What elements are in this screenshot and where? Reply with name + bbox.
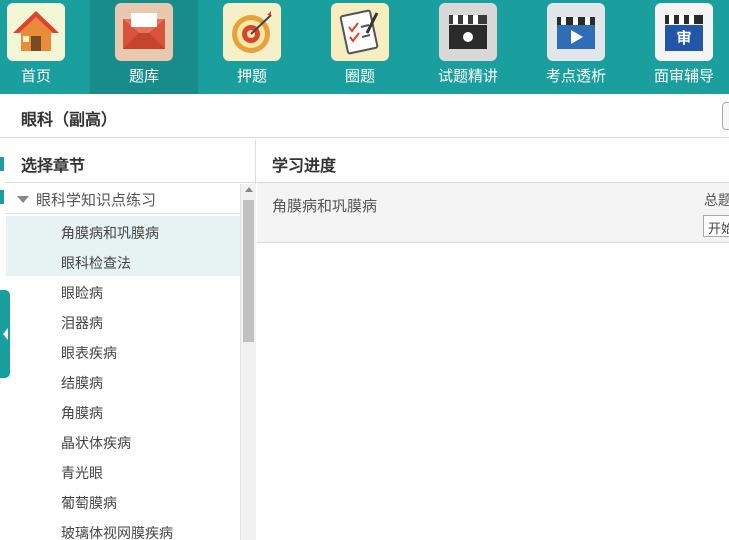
chapter-item-label: 葡萄膜病 bbox=[61, 496, 117, 512]
clapperboard-shen-icon: 审 bbox=[655, 3, 713, 61]
subject-title: 眼科（副高） bbox=[21, 110, 118, 129]
nav-circle-label: 圈题 bbox=[344, 67, 375, 85]
progress-chapter-name: 角膜病和巩膜病 bbox=[272, 197, 378, 215]
progress-row: 角膜病和巩膜病 总题 开始 bbox=[257, 183, 729, 243]
nav-question-bank-label: 题库 bbox=[128, 67, 159, 85]
chapter-item[interactable]: 眼表疾病 bbox=[6, 336, 240, 366]
chapter-item-label: 眼科检查法 bbox=[61, 256, 131, 272]
chapter-item[interactable]: 眼科检查法 bbox=[6, 246, 240, 276]
chapter-tree-root-label: 眼科学知识点练习 bbox=[36, 191, 157, 209]
nav-interview-label: 面审辅导 bbox=[653, 67, 714, 85]
progress-panel-header: 学习进度 bbox=[257, 140, 729, 183]
chapter-item[interactable]: 玻璃体视网膜疾病 bbox=[6, 516, 240, 540]
top-nav-bar: 首页 题库 押题 圈题 试题精讲 考点透析 审 面审辅导 bbox=[0, 0, 729, 94]
chapter-item-label: 眼表疾病 bbox=[61, 346, 117, 362]
total-questions-label: 总题 bbox=[704, 193, 729, 209]
chapter-panel-title: 选择章节 bbox=[21, 156, 86, 175]
chapter-item-label: 角膜病和巩膜病 bbox=[61, 226, 159, 242]
chapter-item-label: 泪器病 bbox=[61, 316, 103, 332]
chapter-item-label: 青光眼 bbox=[61, 466, 103, 482]
progress-panel: 学习进度 角膜病和巩膜病 总题 开始 bbox=[257, 140, 729, 540]
scroll-up-arrow-icon[interactable] bbox=[245, 187, 253, 192]
nav-keypoints-label: 考点透析 bbox=[545, 67, 606, 85]
nav-home[interactable]: 首页 bbox=[0, 0, 90, 94]
nav-keypoints[interactable]: 考点透析 bbox=[522, 0, 630, 94]
nav-home-label: 首页 bbox=[20, 67, 51, 85]
nav-circle[interactable]: 圈题 bbox=[306, 0, 414, 94]
side-marker bbox=[0, 190, 4, 204]
nav-interview[interactable]: 审 面审辅导 bbox=[630, 0, 729, 94]
chapter-scrollbar[interactable] bbox=[240, 184, 256, 540]
clapperboard-icon bbox=[439, 3, 497, 61]
nav-lecture[interactable]: 试题精讲 bbox=[414, 0, 522, 94]
chapter-panel: 选择章节 眼科学知识点练习 角膜病和巩膜病 眼科检查法 眼睑病 泪器病 眼表疾病… bbox=[6, 140, 256, 540]
chapter-item-label: 结膜病 bbox=[61, 376, 103, 392]
side-marker bbox=[0, 157, 4, 171]
mail-icon bbox=[115, 3, 173, 61]
start-practice-button[interactable]: 开始 bbox=[703, 215, 729, 237]
progress-panel-title: 学习进度 bbox=[272, 156, 337, 175]
chapter-item[interactable]: 角膜病和巩膜病 bbox=[6, 216, 240, 246]
house-icon bbox=[7, 3, 65, 61]
chapter-item[interactable]: 结膜病 bbox=[6, 366, 240, 396]
chapter-item-label: 晶状体疾病 bbox=[61, 436, 131, 452]
scrollbar-thumb[interactable] bbox=[243, 200, 254, 342]
chapter-item[interactable]: 眼睑病 bbox=[6, 276, 240, 306]
chapter-item-label: 玻璃体视网膜疾病 bbox=[61, 526, 173, 540]
chapter-item[interactable]: 泪器病 bbox=[6, 306, 240, 336]
chapter-item[interactable]: 角膜病 bbox=[6, 396, 240, 426]
chapter-item-label: 角膜病 bbox=[61, 406, 103, 422]
chapter-panel-header: 选择章节 bbox=[6, 140, 256, 183]
subject-bar: 眼科（副高） bbox=[0, 94, 729, 138]
chapter-item[interactable]: 青光眼 bbox=[6, 456, 240, 486]
nav-question-bank[interactable]: 题库 bbox=[90, 0, 198, 94]
nav-predict[interactable]: 押题 bbox=[198, 0, 306, 94]
chapter-item-label: 眼睑病 bbox=[61, 286, 103, 302]
chapter-item[interactable]: 晶状体疾病 bbox=[6, 426, 240, 456]
target-icon bbox=[223, 3, 281, 61]
chapter-tree: 眼科学知识点练习 角膜病和巩膜病 眼科检查法 眼睑病 泪器病 眼表疾病 结膜病 … bbox=[6, 184, 240, 540]
nav-lecture-label: 试题精讲 bbox=[437, 67, 498, 85]
switch-subject-button[interactable] bbox=[722, 102, 729, 130]
clipboard-icon bbox=[331, 3, 389, 61]
nav-predict-label: 押题 bbox=[236, 67, 267, 85]
shen-glyph: 审 bbox=[676, 29, 692, 47]
caret-down-icon[interactable] bbox=[17, 196, 29, 203]
chapter-item[interactable]: 葡萄膜病 bbox=[6, 486, 240, 516]
chapter-tree-root[interactable]: 眼科学知识点练习 bbox=[6, 184, 240, 214]
video-icon bbox=[547, 3, 605, 61]
